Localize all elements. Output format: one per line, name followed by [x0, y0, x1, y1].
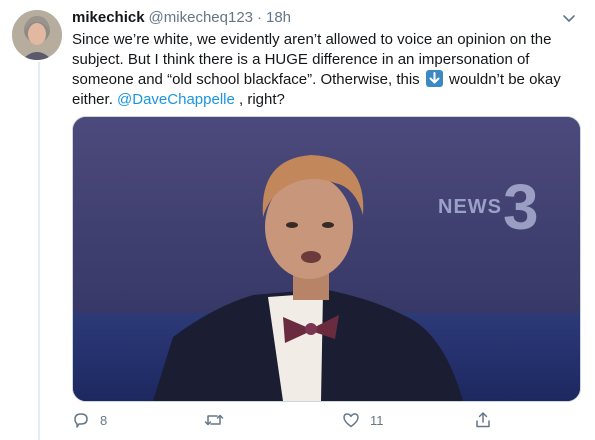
- mention-link[interactable]: @DaveChappelle: [117, 91, 235, 108]
- avatar-photo: [12, 10, 62, 60]
- reply-count: 8: [100, 412, 108, 428]
- reply-icon: [74, 413, 88, 428]
- share-button[interactable]: [474, 408, 492, 432]
- tweet-text-part3: , right?: [234, 91, 285, 108]
- retweet-button[interactable]: [204, 408, 234, 432]
- heart-icon: [343, 413, 359, 428]
- like-count: 11: [370, 412, 384, 428]
- reply-button[interactable]: 8: [72, 408, 107, 432]
- separator-dot: ·: [257, 9, 262, 26]
- tweet-header: mikechick @mikecheq123 · 18h: [72, 8, 583, 28]
- retweet-icon: [204, 414, 224, 426]
- media-illustration: NEWS 3: [73, 117, 580, 401]
- display-name[interactable]: mikechick: [72, 9, 145, 26]
- avatar[interactable]: [12, 10, 62, 60]
- tweet[interactable]: mikechick @mikecheq123 · 18h Since we’re wh…: [0, 0, 595, 440]
- tweet-text: Since we’re white, we evidently aren’t a…: [72, 30, 577, 110]
- thread-line: [38, 62, 40, 440]
- down-arrow-emoji-icon: [425, 70, 443, 87]
- like-button[interactable]: 11: [342, 408, 384, 432]
- news-logo-word: NEWS: [438, 196, 502, 218]
- chevron-down-icon[interactable]: [561, 10, 577, 26]
- share-icon: [476, 412, 490, 428]
- tweet-media-image[interactable]: NEWS 3: [72, 116, 581, 402]
- user-handle[interactable]: @mikecheq123: [149, 9, 253, 26]
- news-logo-number: 3: [503, 171, 539, 243]
- tweet-actions: 8 11: [72, 408, 572, 432]
- timestamp[interactable]: 18h: [266, 9, 291, 26]
